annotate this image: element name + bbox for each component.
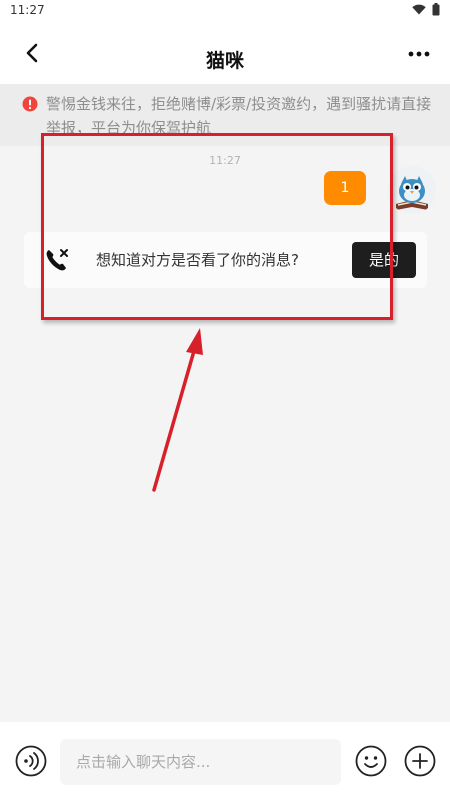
voice-button[interactable] (15, 745, 47, 777)
prompt-text: 想知道对方是否看了你的消息? (96, 251, 299, 269)
emoji-button[interactable] (355, 745, 387, 777)
more-button[interactable] (404, 44, 434, 64)
more-actions-button[interactable] (404, 745, 436, 777)
more-dots-icon (408, 51, 430, 57)
yes-button[interactable]: 是的 (352, 242, 416, 278)
read-receipt-prompt: 想知道对方是否看了你的消息? 是的 (24, 232, 427, 288)
plus-circle-icon (404, 745, 436, 777)
chat-header: 猫咪 (0, 20, 450, 84)
smiley-icon (355, 745, 387, 777)
avatar[interactable] (388, 166, 436, 214)
voice-wave-icon (15, 745, 47, 777)
wifi-icon (412, 4, 426, 15)
chat-timestamp: 11:27 (209, 154, 241, 167)
message-bubble[interactable]: 1 (324, 171, 366, 205)
annotation-arrow (152, 328, 203, 492)
phone-cancel-icon (46, 249, 68, 271)
status-icons (412, 3, 440, 16)
status-bar: 11:27 (0, 0, 450, 20)
bird-avatar (388, 166, 436, 214)
battery-icon (432, 3, 440, 16)
input-bar (0, 722, 450, 800)
page-title: 猫咪 (205, 50, 244, 72)
warning-text: 警惕金钱来往，拒绝赌博/彩票/投资邀约，遇到骚扰请直接举报，平台为你保驾护航 (46, 95, 432, 137)
status-time: 11:27 (10, 3, 45, 17)
safety-warning-banner: 警惕金钱来往，拒绝赌博/彩票/投资邀约，遇到骚扰请直接举报，平台为你保驾护航 (0, 84, 450, 146)
alert-circle-icon (22, 96, 38, 112)
message-input[interactable] (60, 739, 341, 785)
